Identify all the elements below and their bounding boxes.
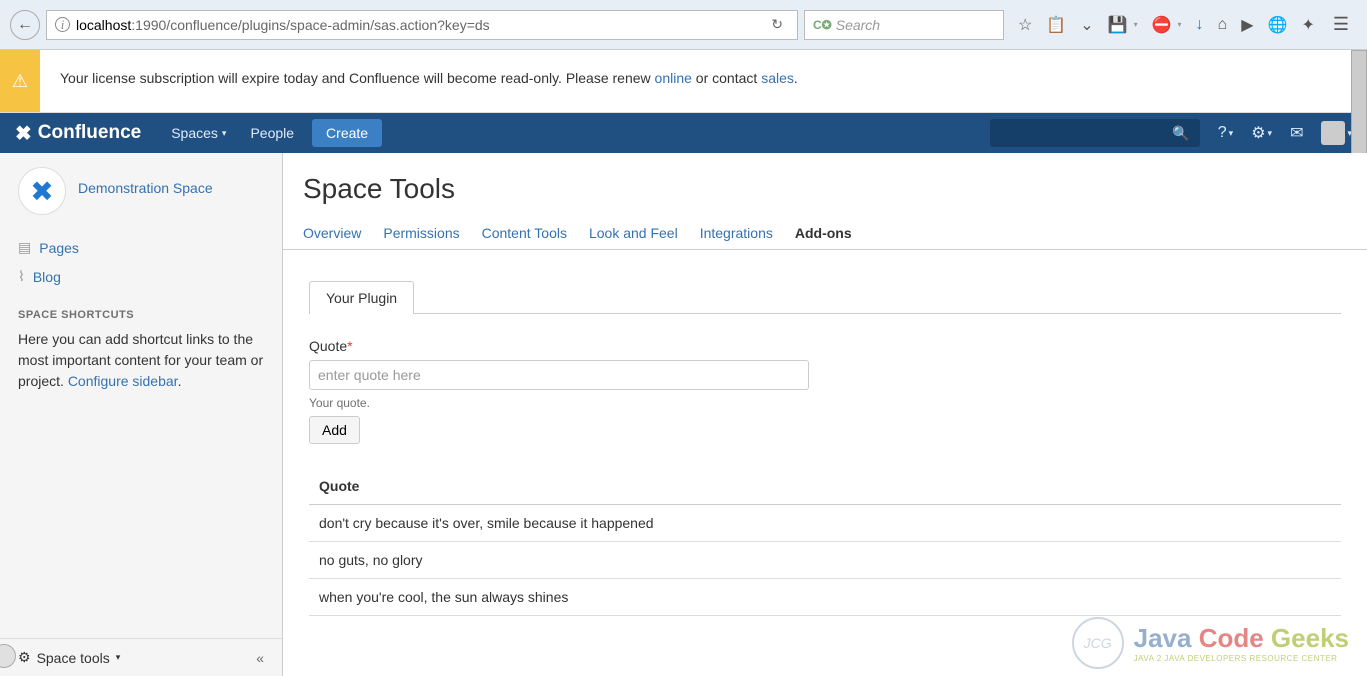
download-icon[interactable]: ↓ (1196, 16, 1204, 34)
table-row: don't cry because it's over, smile becau… (309, 505, 1341, 542)
quote-cell: don't cry because it's over, smile becau… (309, 505, 1341, 542)
youtube-icon[interactable]: ▶ (1241, 15, 1253, 35)
sidebar-item-pages[interactable]: ▤ Pages (18, 233, 264, 262)
table-row: when you're cool, the sun always shines (309, 579, 1341, 616)
content-area: Space Tools Overview Permissions Content… (283, 153, 1367, 676)
space-avatar-icon: ✖ (30, 175, 53, 208)
sidebar-item-label: Pages (39, 240, 79, 256)
save-icon[interactable]: 💾 (1108, 15, 1128, 35)
quote-description: Your quote. (309, 396, 1341, 410)
space-tools-label: Space tools (37, 650, 110, 666)
sidebar: ✖ Demonstration Space ▤ Pages ⌇ Blog SPA… (0, 153, 283, 676)
quote-cell: when you're cool, the sun always shines (309, 579, 1341, 616)
url-text: localhost:1990/confluence/plugins/space-… (76, 17, 765, 33)
main-layout: ✖ Demonstration Space ▤ Pages ⌇ Blog SPA… (0, 153, 1367, 676)
quote-form: Quote* Your quote. Add Quote don't cry b… (309, 314, 1341, 616)
space-avatar: ✖ (18, 167, 66, 215)
space-name[interactable]: Demonstration Space (78, 180, 213, 196)
browser-search[interactable]: C✪ Search (804, 10, 1004, 40)
quotes-table: Quote don't cry because it's over, smile… (309, 468, 1341, 616)
block-icon[interactable]: ⛔ (1152, 15, 1172, 35)
space-header[interactable]: ✖ Demonstration Space (18, 167, 264, 215)
warning-text: Your license subscription will expire to… (40, 50, 818, 106)
collapse-sidebar-icon[interactable]: « (256, 650, 264, 666)
quote-label-row: Quote* (309, 338, 1341, 354)
profile-menu[interactable]: ▾ (1321, 121, 1352, 145)
quote-input[interactable] (309, 360, 809, 390)
subtab-your-plugin[interactable]: Your Plugin (309, 281, 414, 314)
page-title-bar: Space Tools (283, 153, 1367, 217)
license-warning-banner: ⚠ Your license subscription will expire … (0, 50, 1367, 113)
nav-spaces[interactable]: Spaces▾ (159, 113, 238, 153)
bookmark-icon[interactable]: ☆ (1018, 15, 1032, 35)
search-engine-icon: C✪ (813, 18, 832, 32)
page-info-icon[interactable]: i (55, 17, 70, 32)
shortcuts-heading: SPACE SHORTCUTS (18, 309, 264, 321)
page-title: Space Tools (303, 173, 1347, 205)
tab-permissions[interactable]: Permissions (383, 217, 459, 249)
browser-toolbar: ☆ 📋 ⌄ 💾 ▾ ⛔ ▾ ↓ ⌂ ▶ 🌐 ✦ ☰ (1010, 14, 1357, 35)
space-tools-button[interactable]: ⚙ Space tools ▾ (18, 649, 120, 666)
warning-icon-box: ⚠ (0, 50, 40, 112)
quote-cell: no guts, no glory (309, 542, 1341, 579)
browser-chrome: ← i localhost:1990/confluence/plugins/sp… (0, 0, 1367, 50)
renew-online-link[interactable]: online (655, 70, 692, 86)
blog-icon: ⌇ (18, 268, 25, 285)
quote-label: Quote (309, 338, 347, 354)
gear-icon: ⚙ (18, 649, 31, 666)
search-placeholder: Search (836, 17, 880, 33)
tab-integrations[interactable]: Integrations (700, 217, 773, 249)
app-header: ✖ Confluence Spaces▾ People Create 🔍 ? ▾… (0, 113, 1367, 153)
sidebar-item-blog[interactable]: ⌇ Blog (18, 262, 264, 291)
caret-icon[interactable]: ▾ (1134, 20, 1138, 29)
header-search[interactable]: 🔍 (990, 119, 1200, 147)
help-icon[interactable]: ? ▾ (1218, 124, 1233, 142)
contact-sales-link[interactable]: sales (761, 70, 794, 86)
refresh-icon[interactable]: ↻ (765, 16, 789, 33)
configure-sidebar-link[interactable]: Configure sidebar (68, 373, 178, 389)
tab-content-tools[interactable]: Content Tools (482, 217, 567, 249)
avatar (1321, 121, 1345, 145)
nav-people[interactable]: People (238, 113, 306, 153)
search-icon: 🔍 (1172, 125, 1189, 142)
create-button[interactable]: Create (312, 119, 382, 147)
add-button[interactable]: Add (309, 416, 360, 444)
confluence-logo-icon: ✖ (15, 121, 32, 146)
confluence-logo-text: Confluence (38, 122, 141, 144)
settings-icon[interactable]: ⚙ ▾ (1251, 123, 1272, 143)
sidebar-footer: ⚙ Space tools ▾ « (0, 638, 282, 676)
menu-icon[interactable]: ☰ (1333, 14, 1349, 35)
pocket-icon[interactable]: ⌄ (1080, 15, 1093, 35)
table-header-quote: Quote (309, 468, 1341, 505)
addon-icon[interactable]: ✦ (1301, 15, 1314, 35)
space-tools-tabs: Overview Permissions Content Tools Look … (283, 217, 1367, 250)
home-icon[interactable]: ⌂ (1218, 16, 1228, 34)
tab-look-and-feel[interactable]: Look and Feel (589, 217, 678, 249)
tab-addons[interactable]: Add-ons (795, 217, 852, 249)
clipboard-icon[interactable]: 📋 (1046, 15, 1066, 35)
back-button[interactable]: ← (10, 10, 40, 40)
notifications-icon[interactable]: ✉ (1290, 123, 1303, 143)
required-asterisk: * (347, 338, 352, 354)
pages-icon: ▤ (18, 239, 31, 256)
caret-icon[interactable]: ▾ (1178, 20, 1182, 29)
globe-icon[interactable]: 🌐 (1268, 15, 1288, 35)
addon-content: Your Plugin Quote* Your quote. Add Quote… (283, 250, 1367, 646)
table-row: no guts, no glory (309, 542, 1341, 579)
tab-overview[interactable]: Overview (303, 217, 361, 249)
sidebar-item-label: Blog (33, 269, 61, 285)
warning-icon: ⚠ (12, 71, 28, 92)
shortcuts-help: Here you can add shortcut links to the m… (18, 329, 264, 392)
confluence-logo[interactable]: ✖ Confluence (15, 121, 141, 146)
plugin-tabs: Your Plugin (309, 280, 1341, 314)
caret-icon: ▾ (116, 652, 121, 663)
url-bar[interactable]: i localhost:1990/confluence/plugins/spac… (46, 10, 798, 40)
